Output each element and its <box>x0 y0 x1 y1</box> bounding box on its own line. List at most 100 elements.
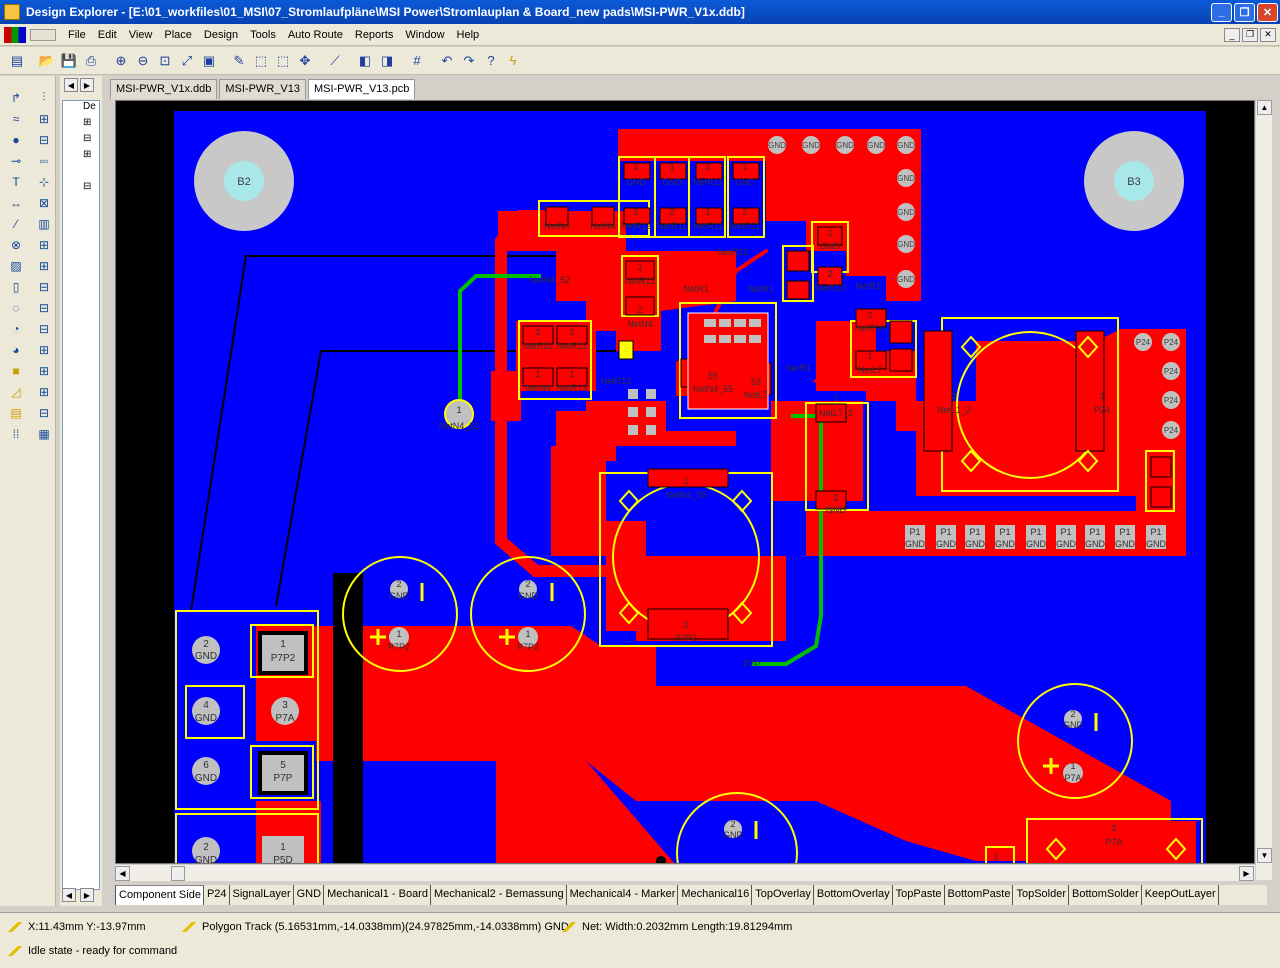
tab-sch[interactable]: MSI-PWR_V13 <box>219 79 306 99</box>
place-pad-icon[interactable]: ⊟ <box>31 130 57 149</box>
menu-handle[interactable] <box>30 28 56 41</box>
pcb-canvas[interactable]: B2 B3 GND GND GND GND GND GND GND GND GND P24 P2… <box>115 100 1255 864</box>
tree-root[interactable]: De <box>63 101 99 117</box>
move-icon[interactable]: ✥ <box>294 50 316 72</box>
layer-tab-keepoutlayer[interactable]: KeepOutLayer <box>1141 885 1219 905</box>
layer-tab-signallayer[interactable]: SignalLayer <box>229 885 294 905</box>
layer-tab-toppaste[interactable]: TopPaste <box>892 885 945 905</box>
tab-pcb[interactable]: MSI-PWR_V13.pcb <box>307 79 416 99</box>
horizontal-scrollbar[interactable]: ◀ ▶ <box>115 864 1255 881</box>
menu-design[interactable]: Design <box>198 25 244 45</box>
place-arc-icon[interactable]: ⁄ <box>3 214 29 233</box>
tree-view[interactable]: De ⊞ ⊟ ⊞ ⊟ <box>62 100 100 890</box>
place-pads-icon[interactable]: ▫▫ <box>31 151 57 170</box>
menu-auto-route[interactable]: Auto Route <box>282 25 349 45</box>
undo-icon[interactable]: ↶ <box>436 50 458 72</box>
align-left-icon[interactable]: ▯ <box>3 277 29 296</box>
route-icon[interactable]: ⟋ <box>324 50 346 72</box>
save-icon[interactable]: 💾 <box>58 50 80 72</box>
place-line-icon[interactable]: ≈ <box>3 109 29 128</box>
arrange-icon[interactable]: ⊞ <box>31 382 57 401</box>
space-icon[interactable]: ⊞ <box>31 361 57 380</box>
layer-tab-topoverlay[interactable]: TopOverlay <box>752 885 814 905</box>
place-dimension-icon[interactable]: ↔ <box>3 193 29 212</box>
matrix-icon[interactable]: ⁞⁞ <box>3 424 29 443</box>
layer-tab-gnd[interactable]: GND <box>293 885 325 905</box>
tree-forward-button[interactable]: ▶ <box>80 78 94 92</box>
zoom-in-icon[interactable]: ⊕ <box>110 50 132 72</box>
layer-tab-bottompaste[interactable]: BottomPaste <box>944 885 1014 905</box>
mdi-close-button[interactable]: ✕ <box>1260 27 1276 42</box>
scroll-down-arrow[interactable]: ▼ <box>1257 848 1272 863</box>
deselect-icon[interactable]: ⬚ <box>272 50 294 72</box>
fill-rect-icon[interactable]: ■ <box>3 361 29 380</box>
redo-icon[interactable]: ↷ <box>458 50 480 72</box>
library-icon[interactable]: ▣ <box>198 50 220 72</box>
menu-reports[interactable]: Reports <box>349 25 400 45</box>
zoom-fit-icon[interactable]: ⤢ <box>176 50 198 72</box>
print-icon[interactable]: ⎙ <box>80 50 102 72</box>
tree-back-button[interactable]: ◀ <box>64 78 78 92</box>
layer-tab-mechanical16[interactable]: Mechanical16 <box>678 885 753 905</box>
place-polygon-icon[interactable]: ▨ <box>3 256 29 275</box>
browse-icon[interactable]: ◨ <box>376 50 398 72</box>
distribute-icon[interactable]: ⊞ <box>31 340 57 359</box>
menu-view[interactable]: View <box>123 25 159 45</box>
align-top-icon[interactable]: ⊟ <box>31 298 57 317</box>
arc-any-icon[interactable]: ◕ <box>3 340 29 359</box>
open-icon[interactable]: 📂 <box>36 50 58 72</box>
align-right-icon[interactable]: ⊟ <box>31 277 57 296</box>
select-icon[interactable]: ⬚ <box>250 50 272 72</box>
zoom-out-icon[interactable]: ⊖ <box>132 50 154 72</box>
place-split-icon[interactable]: ⊞ <box>31 256 57 275</box>
place-via-icon[interactable]: ● <box>3 130 29 149</box>
maximize-button[interactable]: ❐ <box>1234 2 1255 22</box>
arc-center-icon[interactable]: ◌ <box>3 298 29 317</box>
tree-node[interactable]: ⊟ <box>63 133 99 149</box>
scroll-thumb[interactable] <box>171 866 185 881</box>
menu-help[interactable]: Help <box>451 25 486 45</box>
grid-icon[interactable]: # <box>406 50 428 72</box>
mdi-minimize-button[interactable]: _ <box>1224 27 1240 42</box>
help-icon[interactable]: ? <box>480 50 502 72</box>
tree-node[interactable]: ⊟ <box>63 181 99 197</box>
mdi-restore-button[interactable]: ❐ <box>1242 27 1258 42</box>
close-button[interactable]: ✕ <box>1257 2 1278 22</box>
layer-tab-bottomsolder[interactable]: BottomSolder <box>1069 885 1142 905</box>
place-text-icon[interactable]: T <box>3 172 29 191</box>
tree-node[interactable]: ⊞ <box>63 117 99 133</box>
place-origin-icon[interactable]: ⊠ <box>31 193 57 212</box>
minimize-button[interactable]: _ <box>1211 2 1232 22</box>
sheet-icon[interactable]: ▦ <box>31 424 57 443</box>
layer-tab-mechanical4[interactable]: Mechanical4 - Marker <box>566 885 679 905</box>
place-track-icon[interactable]: ↱ <box>3 88 29 107</box>
scroll-up-arrow[interactable]: ▲ <box>1257 100 1272 115</box>
place-fill-icon[interactable]: ⊗ <box>3 235 29 254</box>
cross-probe-icon[interactable]: ✎ <box>228 50 250 72</box>
align-bottom-icon[interactable]: ⊟ <box>31 319 57 338</box>
vertical-scrollbar[interactable]: ▲ ▼ <box>1255 100 1272 880</box>
lightning-icon[interactable]: ϟ <box>502 50 524 72</box>
layer-tab-mechanical2[interactable]: Mechanical2 - Bemassung <box>430 885 567 905</box>
zoom-area-icon[interactable]: ⊡ <box>154 50 176 72</box>
tree-scroll-right[interactable]: ▶ <box>80 888 94 902</box>
place-room-icon[interactable]: ▥ <box>31 214 57 233</box>
place-coord-icon[interactable]: ⊹ <box>31 172 57 191</box>
place-array-icon[interactable]: ⊞ <box>31 235 57 254</box>
scroll-left-arrow[interactable]: ◀ <box>115 866 130 881</box>
place-component-icon[interactable]: ⊞ <box>31 109 57 128</box>
tree-node[interactable]: ⊞ <box>63 149 99 165</box>
menu-tools[interactable]: Tools <box>244 25 282 45</box>
place-bus-icon[interactable]: ⫶ <box>31 88 57 107</box>
tree-node[interactable] <box>63 165 99 181</box>
menu-file[interactable]: File <box>62 25 92 45</box>
layer-tab-p24[interactable]: P24 <box>203 885 230 905</box>
layer-tab-bottomoverlay[interactable]: BottomOverlay <box>813 885 893 905</box>
chart-icon[interactable]: ◿ <box>3 382 29 401</box>
arc-edge-icon[interactable]: ◔ <box>3 319 29 338</box>
layer-tab-topsolder[interactable]: TopSolder <box>1013 885 1070 905</box>
menu-edit[interactable]: Edit <box>92 25 123 45</box>
union-icon[interactable]: ⊟ <box>31 403 57 422</box>
layer-tab-mechanical1[interactable]: Mechanical1 - Board <box>324 885 431 905</box>
scroll-right-arrow[interactable]: ▶ <box>1239 866 1254 881</box>
